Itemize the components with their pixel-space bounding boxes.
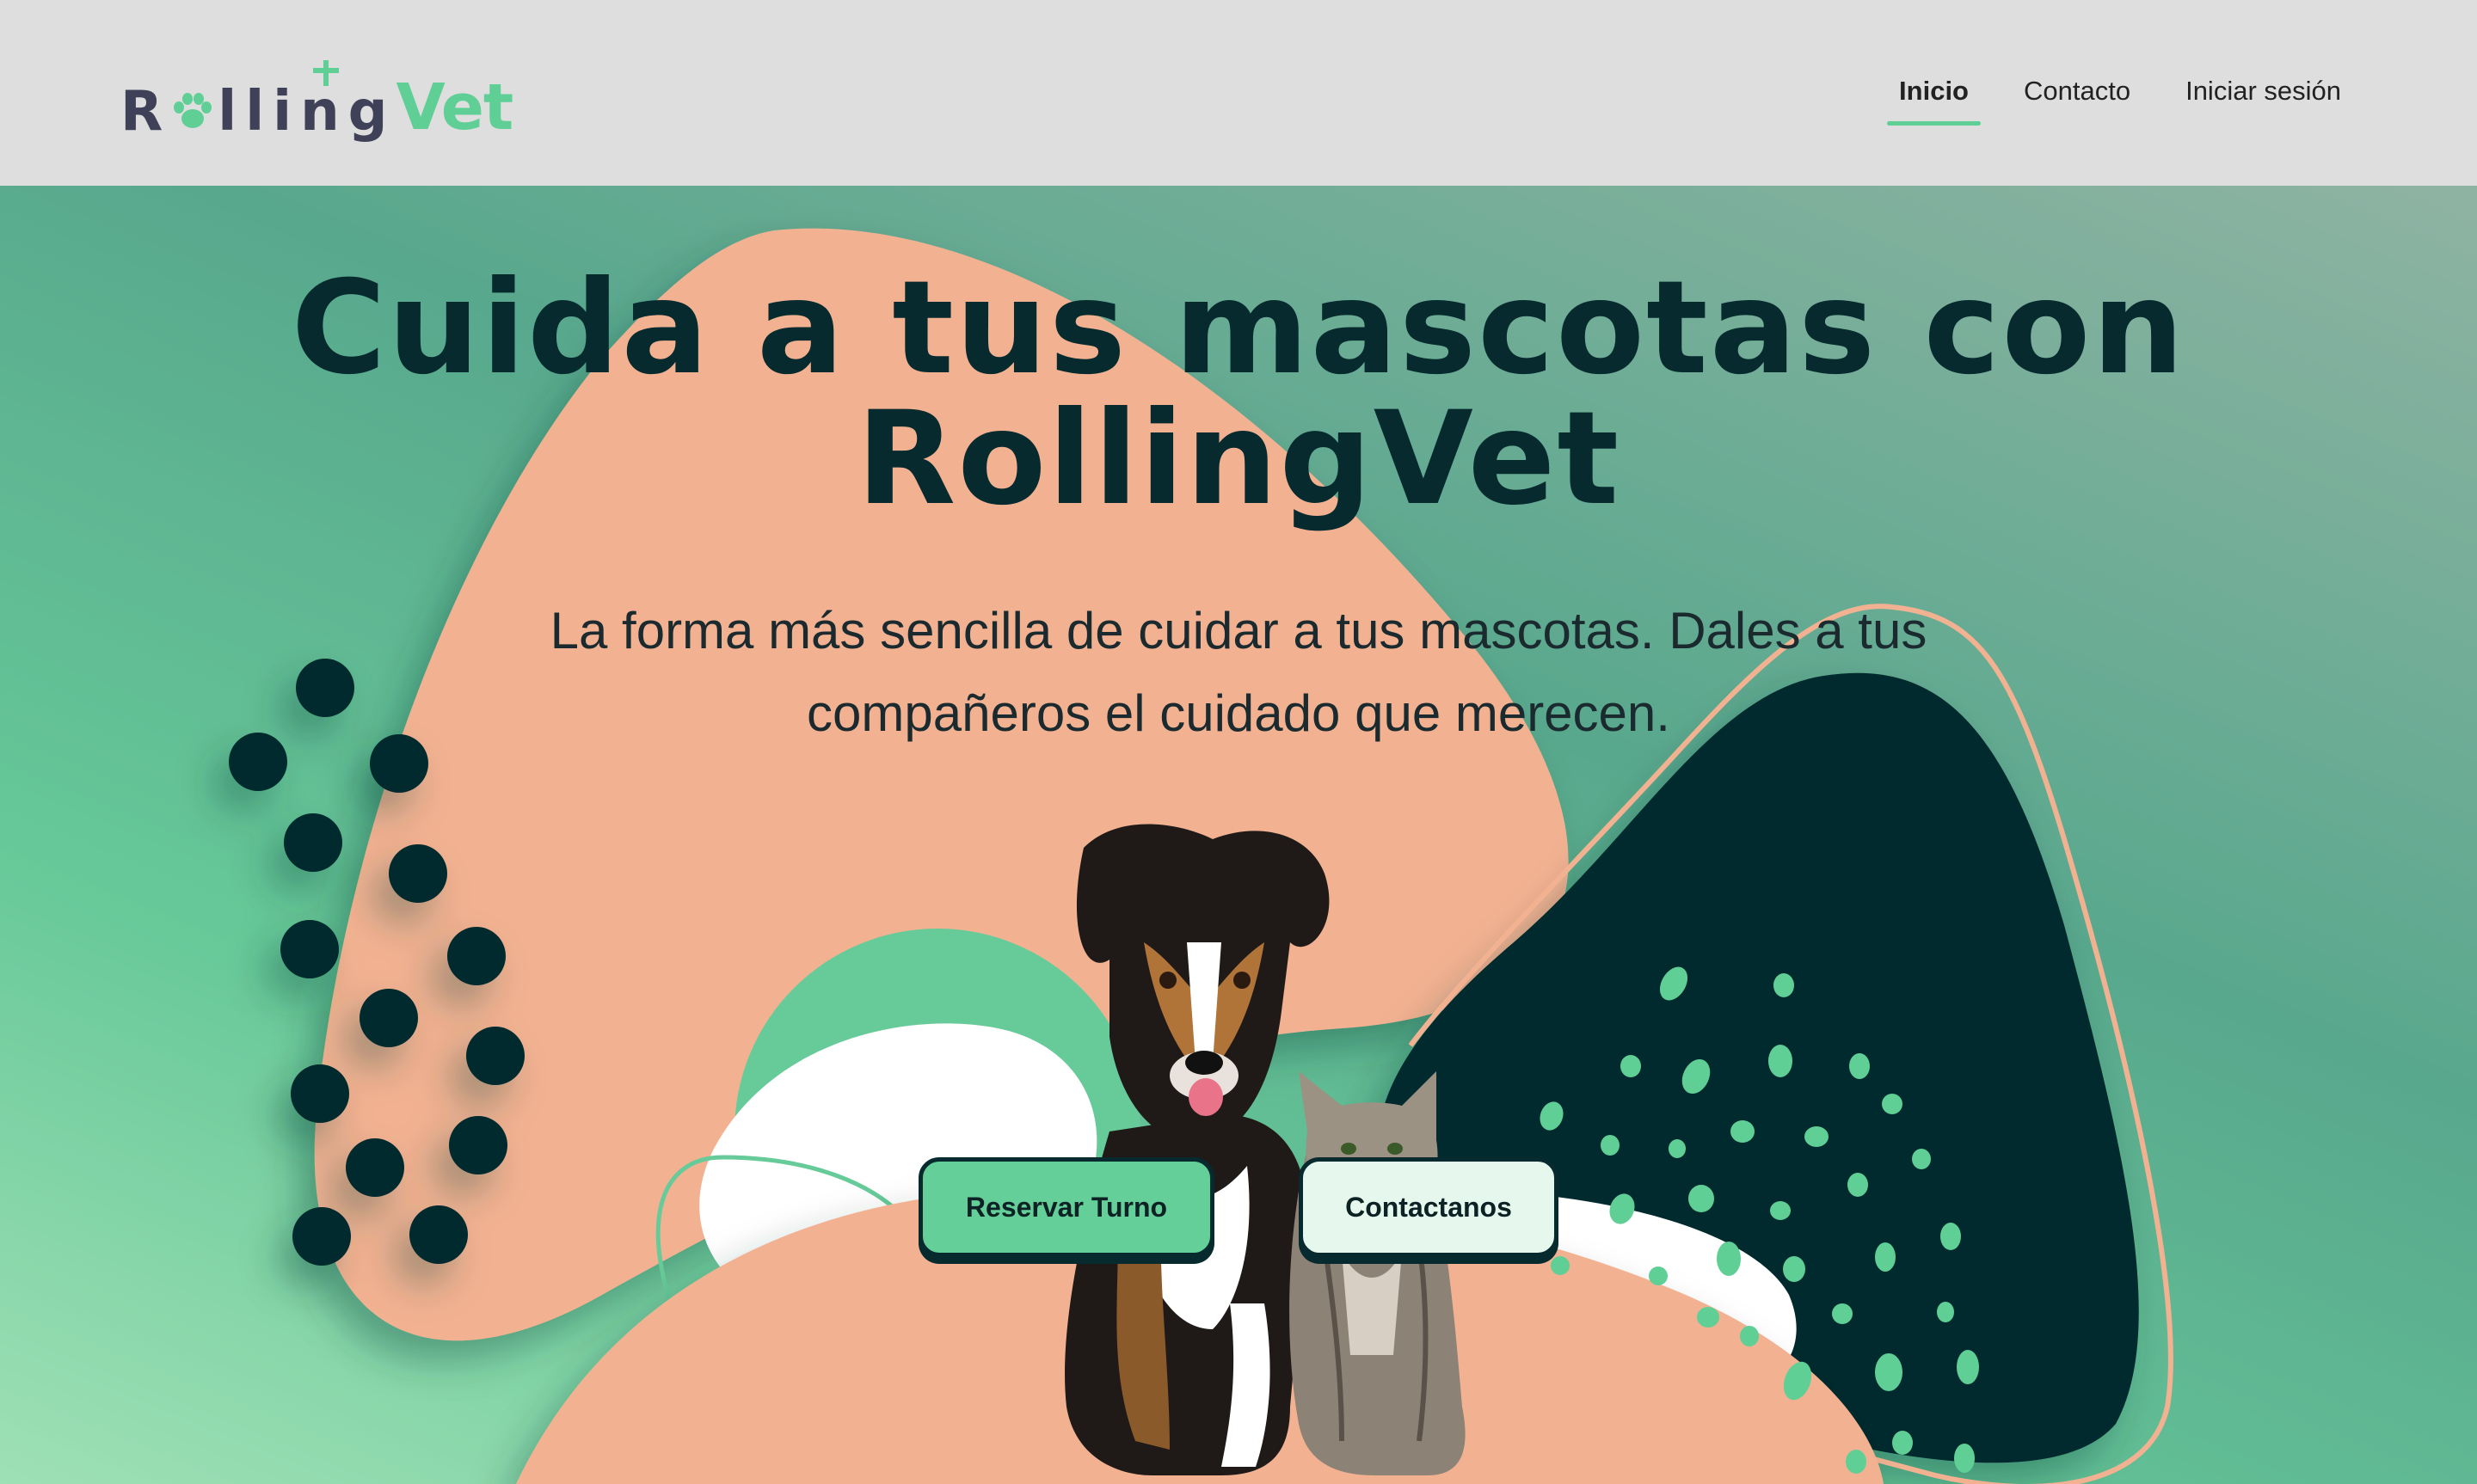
logo[interactable]: R lling Vet xyxy=(120,53,513,148)
logo-text-vet: Vet xyxy=(313,60,513,148)
hero-subtitle: La forma más sencilla de cuidar a tus ma… xyxy=(550,602,1927,742)
logo-text-rolling: R lling xyxy=(120,80,396,144)
nav-link-iniciar-sesion[interactable]: Iniciar sesión xyxy=(2185,67,2341,126)
contactanos-button[interactable]: Contactanos xyxy=(1299,1157,1558,1257)
nav-link-contacto[interactable]: Contacto xyxy=(2024,67,2130,126)
nav-links: Inicio Contacto Iniciar sesión xyxy=(1844,67,2341,126)
paw-icon xyxy=(174,93,212,128)
reservar-turno-button[interactable]: Reservar Turno xyxy=(919,1157,1214,1257)
navbar: R lling Vet Inicio Contacto Iniciar sesi… xyxy=(0,0,2477,186)
plus-cross-icon xyxy=(313,60,340,86)
hero-title: Cuida a tus mascotas con RollingVet xyxy=(291,254,2186,534)
hero-section: Cuida a tus mascotas con RollingVet La f… xyxy=(0,186,2477,1484)
nav-link-inicio[interactable]: Inicio xyxy=(1887,67,1981,126)
